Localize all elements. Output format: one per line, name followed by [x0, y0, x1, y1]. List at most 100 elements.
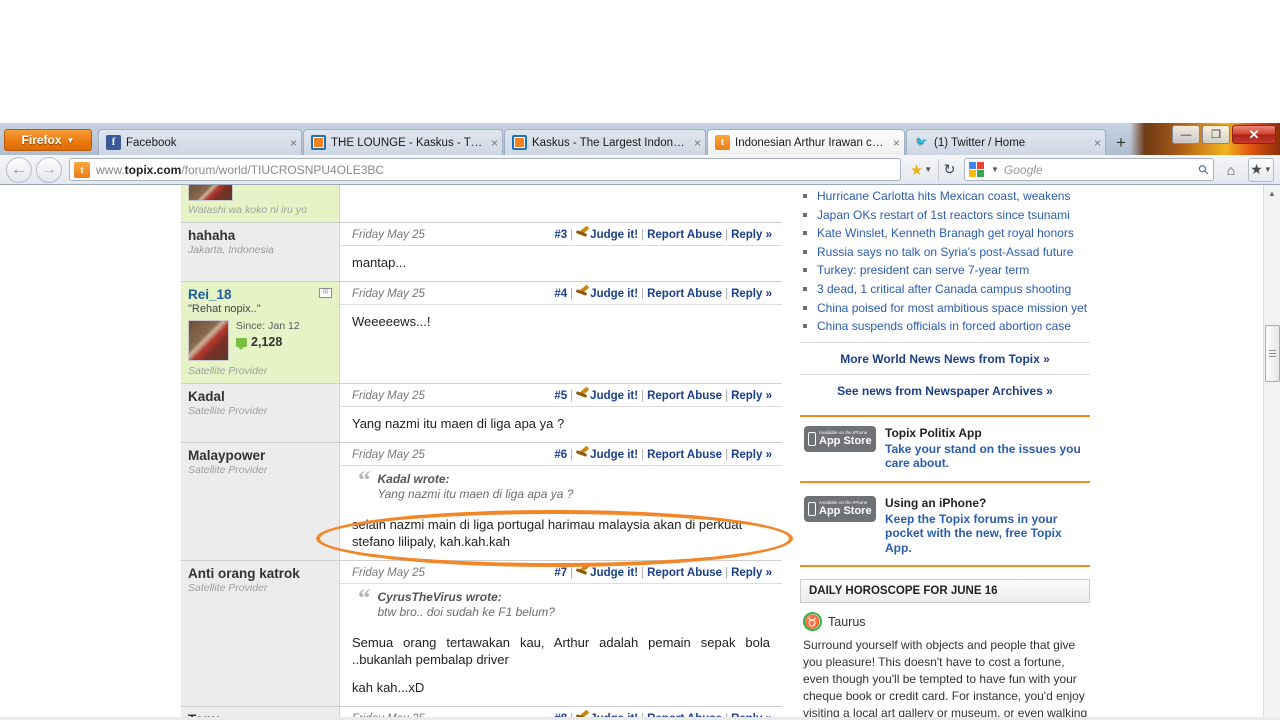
promo-topix-politix[interactable]: Available on the iPhone App Store Topix …: [800, 417, 1090, 481]
judge-it-link[interactable]: Judge it!: [590, 288, 638, 300]
report-abuse-link[interactable]: Report Abuse: [647, 288, 722, 300]
address-bar[interactable]: t www.topix.com/forum/world/TIUCROSNPU4O…: [69, 158, 901, 181]
report-abuse-link[interactable]: Report Abuse: [647, 390, 722, 402]
url-path: /forum/world/TIUCROSNPU4OLE3BC: [181, 162, 385, 177]
firefox-app-menu-button[interactable]: Firefox ▼: [4, 129, 92, 151]
judge-it-link[interactable]: Judge it!: [590, 567, 638, 579]
scroll-up-arrow-icon[interactable]: ▲: [1264, 185, 1280, 202]
news-link[interactable]: 3 dead, 1 critical after Canada campus s…: [817, 282, 1071, 296]
close-icon[interactable]: ×: [694, 136, 701, 150]
app-store-badge-text: Available on the iPhone App Store: [819, 430, 872, 447]
post-number[interactable]: #3: [554, 229, 567, 241]
more-news-row: More World News News from Topix »: [800, 341, 1090, 374]
search-input[interactable]: Google: [1004, 163, 1195, 177]
navigation-toolbar: ← → t www.topix.com/forum/world/TIUCROSN…: [0, 155, 1280, 185]
close-icon[interactable]: ×: [893, 136, 900, 150]
reload-icon[interactable]: ↻: [938, 158, 960, 181]
promo-topix-app[interactable]: Available on the iPhone App Store Using …: [800, 483, 1090, 566]
chevron-down-icon[interactable]: ▼: [991, 165, 999, 174]
post-tagline: "Rehat nopix..": [188, 303, 261, 315]
judge-it-link[interactable]: Judge it!: [590, 229, 638, 241]
url-host: topix.com: [124, 162, 182, 177]
post-actions: #5 | Judge it! | Report Abuse | Reply »: [554, 390, 772, 402]
taurus-icon: ♉: [803, 612, 822, 632]
close-window-button[interactable]: ✕: [1232, 125, 1276, 144]
tab-title: Indonesian Arthur Irawan called...: [735, 136, 887, 149]
scrollbar-thumb[interactable]: [1265, 325, 1280, 382]
quote-author: Kadal wrote:: [377, 472, 450, 486]
app-store-badge[interactable]: Available on the iPhone App Store: [804, 495, 876, 522]
promo-description[interactable]: Take your stand on the issues you care a…: [885, 442, 1090, 471]
search-icon[interactable]: ⚲: [1195, 160, 1213, 178]
judge-it-link[interactable]: Judge it!: [590, 449, 638, 461]
close-icon[interactable]: ×: [1094, 136, 1101, 150]
news-link[interactable]: Hurricane Carlotta hits Mexican coast, w…: [817, 189, 1070, 203]
promo-description[interactable]: Keep the Topix forums in your pocket wit…: [885, 512, 1090, 556]
more-world-news-link[interactable]: More World News News from Topix »: [840, 352, 1050, 366]
post-username[interactable]: Anti orang katrok: [188, 566, 331, 581]
search-bar[interactable]: ▼ Google ⚲: [964, 158, 1214, 181]
tab-lounge-kaskus[interactable]: THE LOUNGE - Kaskus - The La... ×: [303, 129, 503, 155]
news-link[interactable]: Turkey: president can serve 7-year term: [817, 263, 1029, 277]
close-icon[interactable]: ×: [491, 136, 498, 150]
list-item: 3 dead, 1 critical after Canada campus s…: [800, 280, 1090, 299]
promo-text: Using an iPhone? Keep the Topix forums i…: [885, 496, 1090, 556]
judge-it-link[interactable]: Judge it!: [590, 390, 638, 402]
google-icon: [969, 161, 985, 178]
tab-topix-arthur-irawan[interactable]: t Indonesian Arthur Irawan called... ×: [707, 129, 905, 155]
window-controls: — ❐ ✕: [1172, 125, 1276, 144]
post-text: Yang nazmi itu maen di liga apa ya ?: [340, 407, 782, 442]
forward-button[interactable]: →: [36, 156, 62, 183]
bookmarks-toolbar-button[interactable]: ★ ▼: [1248, 157, 1274, 182]
reply-link[interactable]: Reply »: [731, 288, 772, 300]
horoscope-text: Surround yourself with objects and peopl…: [803, 638, 1088, 720]
badge-main-label: App Store: [819, 434, 872, 447]
post-text: Weeeeews...!: [340, 305, 782, 340]
post-body-column: Friday May 25 #7 | Judge it! | Report Abuse |…: [340, 561, 782, 706]
tab-kaskus-largest[interactable]: Kaskus - The Largest Indonesia... ×: [504, 129, 706, 155]
news-link[interactable]: Japan OKs restart of 1st reactors since …: [817, 208, 1070, 222]
post-actions: #3 | Judge it! | Report Abuse | Reply »: [554, 229, 772, 241]
tab-facebook[interactable]: f Facebook ×: [98, 129, 302, 155]
post-count-value: 2,128: [251, 335, 283, 349]
news-link[interactable]: China poised for most ambitious space mi…: [817, 301, 1087, 315]
new-tab-button[interactable]: +: [1110, 131, 1132, 155]
reply-link[interactable]: Reply »: [731, 567, 772, 579]
comment-bubble-icon: [236, 337, 247, 350]
reply-link[interactable]: Reply »: [731, 229, 772, 241]
post-username[interactable]: Malaypower: [188, 448, 331, 463]
post-number[interactable]: #4: [554, 288, 567, 300]
post-body-column: [340, 185, 782, 222]
news-link[interactable]: China suspends officials in forced abort…: [817, 319, 1071, 333]
post-username[interactable]: Rei_18: [188, 287, 331, 302]
minimize-button[interactable]: —: [1172, 125, 1200, 144]
bookmark-star-icon[interactable]: ★ ▼: [908, 158, 934, 182]
newspaper-archives-link[interactable]: See news from Newspaper Archives »: [837, 384, 1053, 398]
envelope-icon[interactable]: ✉: [319, 288, 332, 298]
news-link[interactable]: Kate Winslet, Kenneth Branagh get royal …: [817, 226, 1074, 240]
report-abuse-link[interactable]: Report Abuse: [647, 567, 722, 579]
report-abuse-link[interactable]: Report Abuse: [647, 449, 722, 461]
list-item: Turkey: president can serve 7-year term: [800, 261, 1090, 280]
post-username[interactable]: hahaha: [188, 228, 331, 243]
tab-twitter-home[interactable]: 🐦 (1) Twitter / Home ×: [906, 129, 1106, 155]
post-count: 2,128: [236, 335, 300, 350]
screenshot-root: Firefox ▼ f Facebook × THE LOUNGE - Kask…: [0, 0, 1280, 720]
close-icon[interactable]: ×: [290, 136, 297, 150]
news-link[interactable]: Russia says no talk on Syria's post-Assa…: [817, 245, 1073, 259]
maximize-button[interactable]: ❐: [1202, 125, 1230, 144]
post-paragraph: Weeeeews...!: [352, 314, 431, 329]
post-number[interactable]: #7: [554, 567, 567, 579]
reply-link[interactable]: Reply »: [731, 390, 772, 402]
report-abuse-link[interactable]: Report Abuse: [647, 229, 722, 241]
reply-link[interactable]: Reply »: [731, 449, 772, 461]
vertical-scrollbar[interactable]: ▲: [1263, 185, 1280, 720]
post-username[interactable]: Kadal: [188, 389, 331, 404]
app-store-badge[interactable]: Available on the iPhone App Store: [804, 425, 876, 452]
post-number[interactable]: #6: [554, 449, 567, 461]
home-button[interactable]: ⌂: [1218, 158, 1244, 182]
post-paragraph: selain nazmi main di liga portugal harim…: [352, 517, 743, 549]
post-number[interactable]: #5: [554, 390, 567, 402]
post-date: Friday May 25: [352, 448, 425, 461]
back-button[interactable]: ←: [6, 156, 32, 183]
